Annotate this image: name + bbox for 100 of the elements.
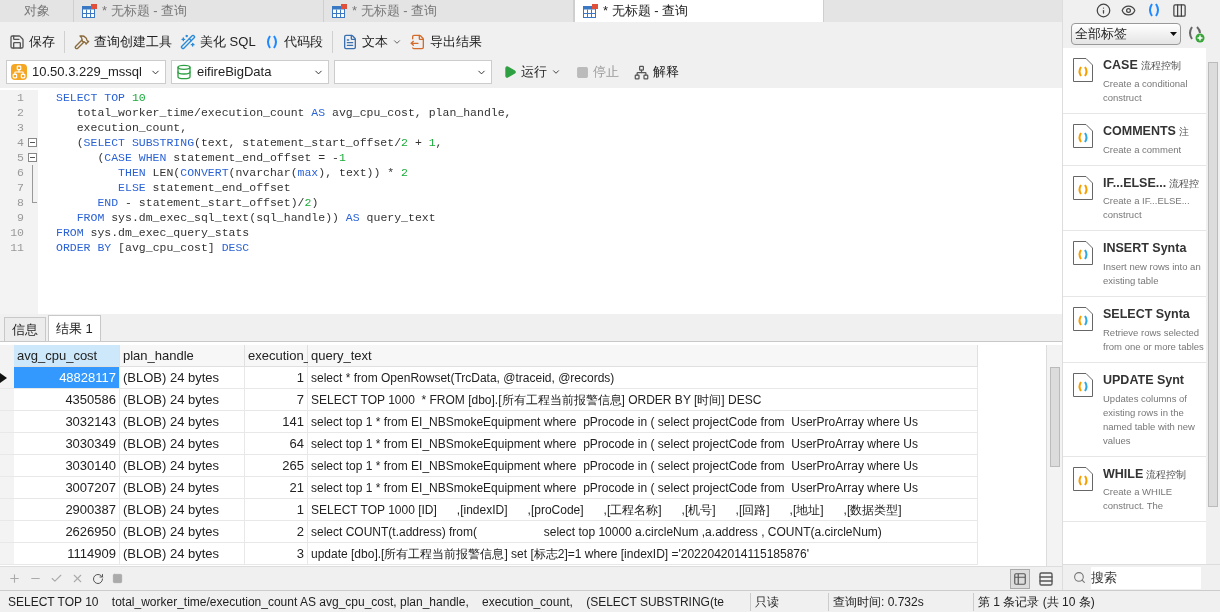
column-header[interactable]: avg_cpu_cost xyxy=(14,345,120,367)
toolbar-button[interactable]: 代码段 xyxy=(260,30,326,54)
code-line: ORDER BY [avg_cpu_cost] DESC xyxy=(56,240,251,255)
save-icon xyxy=(9,34,25,50)
table-cell: 3007207 xyxy=(14,477,120,499)
check-icon[interactable] xyxy=(50,572,63,585)
caret-icon xyxy=(1170,32,1177,36)
info-icon[interactable] xyxy=(1096,2,1111,18)
diagram-icon xyxy=(634,64,649,80)
snippet-title: CASE xyxy=(1103,57,1138,74)
snippet-tag: 流程控制 xyxy=(1140,58,1181,73)
snippet-tag: 流程控 xyxy=(1169,175,1200,191)
code-line: (SELECT SUBSTRING(text, statement_start_offset/2 + 1, xyxy=(75,135,444,150)
action-button[interactable]: 解释 xyxy=(630,62,683,82)
line-number: 1 xyxy=(16,90,25,105)
code-line: FROM sys.dm_exec_query_stats xyxy=(56,225,251,240)
search-field[interactable]: 搜索 xyxy=(1091,566,1201,589)
snippet-item[interactable]: SELECT Synta Retrieve rows selected from one or more tables xyxy=(1063,297,1206,363)
stop-icon[interactable] xyxy=(112,573,123,584)
toolbar-button[interactable]: 美化 SQL xyxy=(177,30,259,54)
snippet-title: COMMENTS xyxy=(1103,122,1176,140)
line-number: 11 xyxy=(9,240,25,255)
table-cell: (BLOB) 24 bytes xyxy=(120,367,245,389)
code-line: execution_count, xyxy=(75,120,189,135)
result-tab[interactable]: 信息 xyxy=(4,317,46,341)
table-cell: select top 1 * from EI_NBSmokeEquipment where pProcode in ( select projectCode from UserProArray where Us xyxy=(308,477,978,499)
tab[interactable]: * 无标题 - 查询 xyxy=(574,0,824,22)
code-line: (CASE WHEN statement_end_offset = -1 xyxy=(96,150,347,165)
table-cell: 2900387 xyxy=(14,499,120,521)
export-icon xyxy=(409,34,426,50)
fold-toggle-icon[interactable] xyxy=(27,138,37,147)
table-cell: (BLOB) 24 bytes xyxy=(120,455,245,477)
snippet-title: INSERT Synta xyxy=(1103,240,1187,258)
connection-dropdown[interactable]: 10.50.3.229_mssql xyxy=(6,60,166,84)
snippet-title: UPDATE Synt xyxy=(1103,371,1185,389)
snippet-file-icon xyxy=(1073,175,1093,200)
columns-icon[interactable] xyxy=(1172,2,1187,18)
search-icon xyxy=(1073,571,1086,584)
table-cell: 7 xyxy=(245,389,308,411)
connection-icon xyxy=(11,64,27,80)
table-icon xyxy=(82,4,98,18)
tab[interactable]: * 无标题 - 查询 xyxy=(324,0,574,22)
action-button[interactable]: 运行 xyxy=(499,62,565,82)
column-header[interactable]: plan_handle xyxy=(120,345,245,367)
snippet-description: Create a comment xyxy=(1103,142,1183,157)
snippet-item[interactable]: INSERT Synta Insert new rows into an existing table xyxy=(1063,231,1206,297)
tag-filter-dropdown[interactable]: 全部标签 xyxy=(1071,23,1181,45)
toolbar-button[interactable]: 保存 xyxy=(6,30,58,54)
tab[interactable]: 对象 xyxy=(0,0,74,22)
result-tab[interactable]: 结果 1 xyxy=(48,315,101,341)
vertical-scrollbar[interactable] xyxy=(1046,345,1062,566)
code-line: FROM sys.dm_exec_sql_text(sql_handle)) AS query_text xyxy=(75,210,437,225)
table-cell: 3 xyxy=(245,543,308,565)
close-icon[interactable] xyxy=(71,572,84,585)
caret-icon xyxy=(391,37,402,47)
snippet-item[interactable]: CASE 流程控制 Create a conditional construct xyxy=(1063,48,1206,114)
table-cell: select * from OpenRowset(TrcData, @traceid, @records) xyxy=(308,367,978,389)
line-number: 8 xyxy=(16,195,25,210)
table-cell: (BLOB) 24 bytes xyxy=(120,433,245,455)
table-cell: 2626950 xyxy=(14,521,120,543)
table-cell: 21 xyxy=(245,477,308,499)
row-header[interactable] xyxy=(0,367,14,389)
toolbar-button[interactable]: 文本 xyxy=(338,30,405,54)
database-dropdown[interactable]: eifireBigData xyxy=(171,60,329,84)
snippet-description: Create a IF...ELSE... construct xyxy=(1103,194,1191,223)
schema-dropdown[interactable] xyxy=(334,60,492,84)
eye-icon[interactable] xyxy=(1121,2,1136,18)
code-line: END - statement_start_offset)/2) xyxy=(96,195,320,210)
snippet-item[interactable]: IF...ELSE... 流程控 Create a IF...ELSE... construct xyxy=(1063,165,1206,232)
toolbar-button[interactable]: 导出结果 xyxy=(406,30,485,54)
column-header[interactable]: query_text xyxy=(308,345,978,367)
table-cell: 64 xyxy=(245,433,308,455)
status-query-time: 查询时间: 0.732s xyxy=(828,592,973,611)
table-cell: 141 xyxy=(245,411,308,433)
form-view-icon[interactable] xyxy=(1038,570,1054,587)
snippet-item[interactable]: WHILE 流程控制 Create a WHILE construct. The xyxy=(1063,456,1206,523)
add-icon[interactable] xyxy=(8,572,21,585)
parentheses-icon xyxy=(1146,2,1162,18)
table-cell: 1114909 xyxy=(14,543,120,565)
tab[interactable]: * 无标题 - 查询 xyxy=(74,0,324,22)
snippet-title: IF...ELSE... xyxy=(1103,174,1167,192)
line-number: 4 xyxy=(16,135,25,150)
table-cell: update [dbo].[所有工程当前报警信息] set [标志2]=1 where [indexID] ='2022042014115185876' xyxy=(308,543,978,565)
table-cell: (BLOB) 24 bytes xyxy=(120,521,245,543)
status-mode: 只读 xyxy=(750,592,828,611)
refresh-icon[interactable] xyxy=(92,572,104,585)
database-icon xyxy=(176,64,192,80)
grid-view-icon[interactable] xyxy=(1010,568,1030,589)
toolbar-button[interactable]: 查询创建工具 xyxy=(71,30,175,54)
stop-icon xyxy=(576,65,589,79)
table-cell: SELECT TOP 1000 [ID] ,[indexID] ,[proCode] ,[工程名称] ,[机号] ,[回路] ,[地址] ,[数据类型] xyxy=(308,499,978,521)
wand-icon xyxy=(180,34,196,50)
table-cell: select top 1 * from EI_NBSmokeEquipment where pProcode in ( select projectCode from UserProArray where Us xyxy=(308,411,978,433)
add-snippet-icon[interactable] xyxy=(1187,25,1205,43)
snippet-item[interactable]: COMMENTS 注 Create a comment xyxy=(1063,113,1206,166)
table-cell: (BLOB) 24 bytes xyxy=(120,389,245,411)
table-cell: select COUNT(t.address) from( select top 10000 a.circleNum ,a.address , COUNT(a.circleNum) xyxy=(308,521,978,543)
fold-toggle-icon[interactable] xyxy=(27,153,37,162)
table-cell: select top 1 * from EI_NBSmokeEquipment where pProcode in ( select projectCode from UserProArray where Us xyxy=(308,433,978,455)
snippet-file-icon xyxy=(1073,466,1093,491)
